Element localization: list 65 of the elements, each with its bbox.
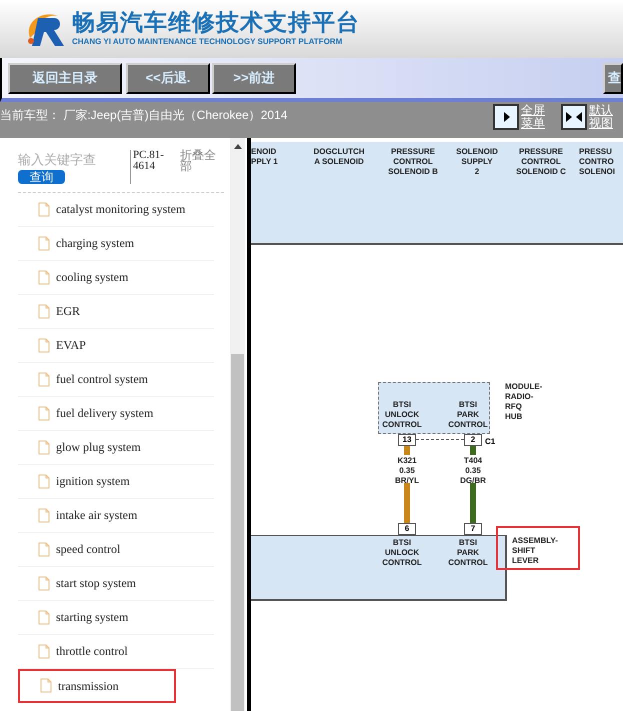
document-icon [38,542,50,556]
vehicle-label: 当前车型： 厂家:Jeep(吉普)自由光（Cherokee）2014 [0,107,288,124]
scrollbar-thumb[interactable] [231,354,244,711]
document-icon [38,236,50,250]
tree-item[interactable]: charging system [18,226,214,260]
pin-function-label: BTSI PARK CONTROL [447,538,489,568]
pin-label: PRESSU CONTRO SOLENOI [579,147,616,177]
pin-function-label: BTSI UNLOCK CONTROL [381,538,423,568]
tree-item[interactable]: fuel delivery system [18,396,214,430]
nav-button[interactable]: <<后退. [126,62,210,94]
collapse-all-link[interactable]: 折叠全部 [180,150,220,184]
document-icon [38,270,50,284]
pin-number: 7 [464,523,482,535]
document-icon [38,474,50,488]
tree-item[interactable]: cooling system [18,260,214,294]
document-icon [38,304,50,318]
tree-item[interactable]: transmission [18,668,176,702]
platform-title: 畅易汽车维修技术支持平台 [72,10,360,36]
tree-item[interactable]: intake air system [18,498,214,532]
pin-label: SOLENOID SUPPLY 2 [455,147,499,177]
scroll-up-icon[interactable] [234,144,242,149]
document-icon [38,372,50,386]
document-icon [38,406,50,420]
pin-label: ENOID PPLY 1 [251,147,279,167]
document-icon [38,644,50,658]
wire-label: T404 0.35 DG/BR [459,456,487,486]
pin-number: 13 [398,434,416,446]
document-icon [40,678,52,693]
tree-item[interactable]: starting system [18,600,214,634]
document-icon [38,508,50,522]
dashed-connector-line [416,439,464,440]
nav-button[interactable]: >>前进 [212,62,296,94]
tree-item[interactable]: EGR [18,294,214,328]
tree-item[interactable]: throttle control [18,634,214,668]
connector-label: C1 [485,436,496,448]
pin-number: 6 [398,523,416,535]
search-button[interactable]: 查询 [18,170,65,184]
document-icon [38,440,50,454]
platform-subtitle: CHANG YI AUTO MAINTENANCE TECHNOLOGY SUPPORT PLATFORM [72,36,344,48]
document-icon [38,202,50,216]
pin-label: PRESSURE CONTROL SOLENOID C [515,147,567,177]
split-arrows-icon[interactable] [561,104,587,130]
component-label: ASSEMBLY- SHIFT LEVER [496,526,580,570]
tree-item[interactable]: speed control [18,532,214,566]
tree-item[interactable]: glow plug system [18,430,214,464]
document-icon [38,338,50,352]
tree-item[interactable]: start stop system [18,566,214,600]
search-field[interactable]: 输入关键字查 [18,150,130,170]
tree-item[interactable]: ignition system [18,464,214,498]
pin-label: PRESSURE CONTROL SOLENOID B [387,147,439,177]
scrollbar[interactable] [230,138,245,711]
pin-label: DOGCLUTCH A SOLENOID [312,147,366,167]
tree-item[interactable]: catalyst monitoring system [18,192,214,226]
code-label: PC.81-4614 [130,150,170,184]
tree-item[interactable]: EVAP [18,328,214,362]
module-label: MODULE- RADIO- RFQ HUB [505,382,542,422]
nav-button[interactable]: 查 [603,62,623,94]
pin-function-label: BTSI PARK CONTROL [447,400,489,430]
pin-number: 2 [464,434,482,446]
document-icon [38,576,50,590]
wire-label: K321 0.35 BR/YL [394,456,420,486]
document-icon [38,610,50,624]
tree-item[interactable]: fuel control system [18,362,214,396]
pin-function-label: BTSI UNLOCK CONTROL [381,400,423,430]
nav-button[interactable]: 返回主目录 [8,62,122,94]
